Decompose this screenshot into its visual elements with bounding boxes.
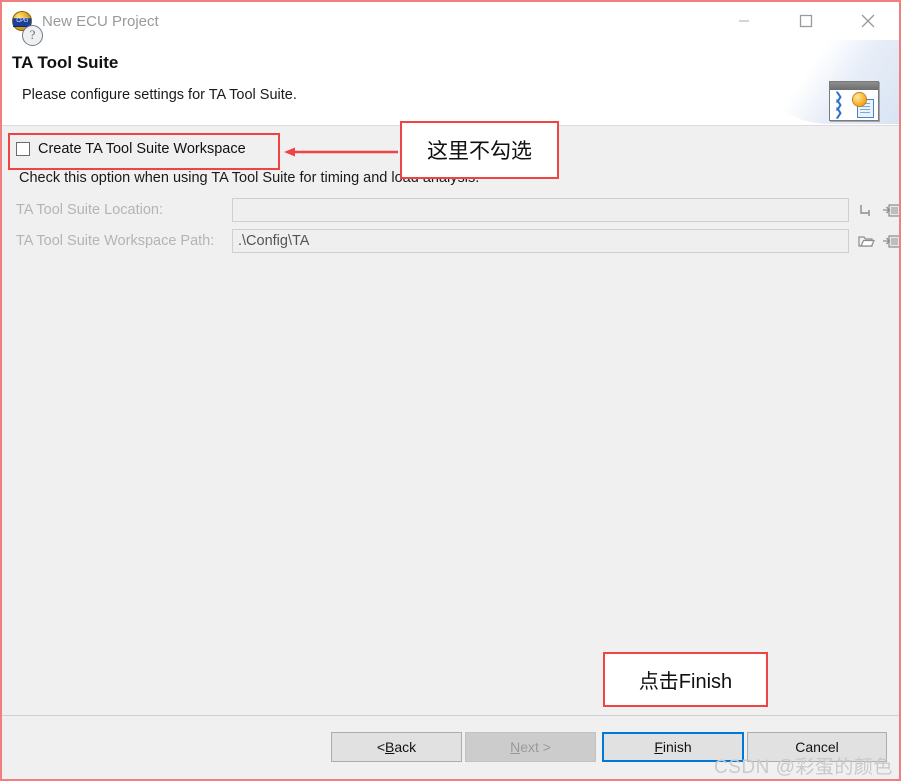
browse-import-icon[interactable] xyxy=(883,234,899,249)
finish-button-rest: inish xyxy=(662,739,692,755)
ta-workspace-path-row: TA Tool Suite Workspace Path: .\Config\T… xyxy=(16,229,899,253)
help-question-icon[interactable]: ? xyxy=(22,25,43,46)
annotation-checkbox-note: 这里不勾选 xyxy=(400,121,559,179)
wizard-banner-icon: ❯ ❯ ❯ xyxy=(829,81,881,123)
watermark-text: CSDN @彩蛋的颜色 xyxy=(714,757,893,778)
maximize-icon[interactable] xyxy=(775,2,837,40)
ta-workspace-path-input[interactable]: .\Config\TA xyxy=(232,229,849,253)
window-controls xyxy=(713,2,899,40)
ta-location-input[interactable] xyxy=(232,198,849,222)
back-button[interactable]: < Back xyxy=(331,732,462,762)
browse-variable-icon[interactable] xyxy=(857,203,874,218)
ta-workspace-path-label: TA Tool Suite Workspace Path: xyxy=(16,233,215,249)
back-button-mnemonic: B xyxy=(385,739,395,755)
ta-workspace-path-buttons xyxy=(857,234,899,249)
back-button-rest: ack xyxy=(394,739,417,755)
annotation-finish-note: 点击Finish xyxy=(603,652,768,707)
browse-folder-icon[interactable] xyxy=(857,234,875,249)
ta-location-row: TA Tool Suite Location: xyxy=(16,198,899,222)
next-button: Next > xyxy=(465,732,596,762)
title-bar: CPG New ECU Project xyxy=(2,2,899,40)
finish-button-mnemonic: F xyxy=(654,739,663,755)
annotation-arrow-icon xyxy=(284,147,398,157)
close-icon[interactable] xyxy=(837,2,899,40)
back-button-prefix: < xyxy=(376,739,386,755)
minimize-icon[interactable] xyxy=(713,2,775,40)
screenshot-root: CPG New ECU Project ❯ ❯ ❯ TA Tool Suite … xyxy=(0,0,901,781)
next-button-mnemonic: N xyxy=(510,739,521,755)
browse-import-icon[interactable] xyxy=(883,203,899,218)
ta-location-buttons xyxy=(857,203,899,218)
ta-location-label: TA Tool Suite Location: xyxy=(16,202,163,218)
page-title: TA Tool Suite xyxy=(12,53,119,72)
page-subtitle: Please configure settings for TA Tool Su… xyxy=(22,87,297,103)
next-button-rest: ext > xyxy=(520,739,551,755)
annotation-checkbox-highlight xyxy=(8,133,280,170)
window-title: New ECU Project xyxy=(42,12,159,30)
wizard-content: Create TA Tool Suite Workspace Check thi… xyxy=(2,126,899,716)
wizard-header: ❯ ❯ ❯ TA Tool Suite Please configure set… xyxy=(2,40,899,126)
